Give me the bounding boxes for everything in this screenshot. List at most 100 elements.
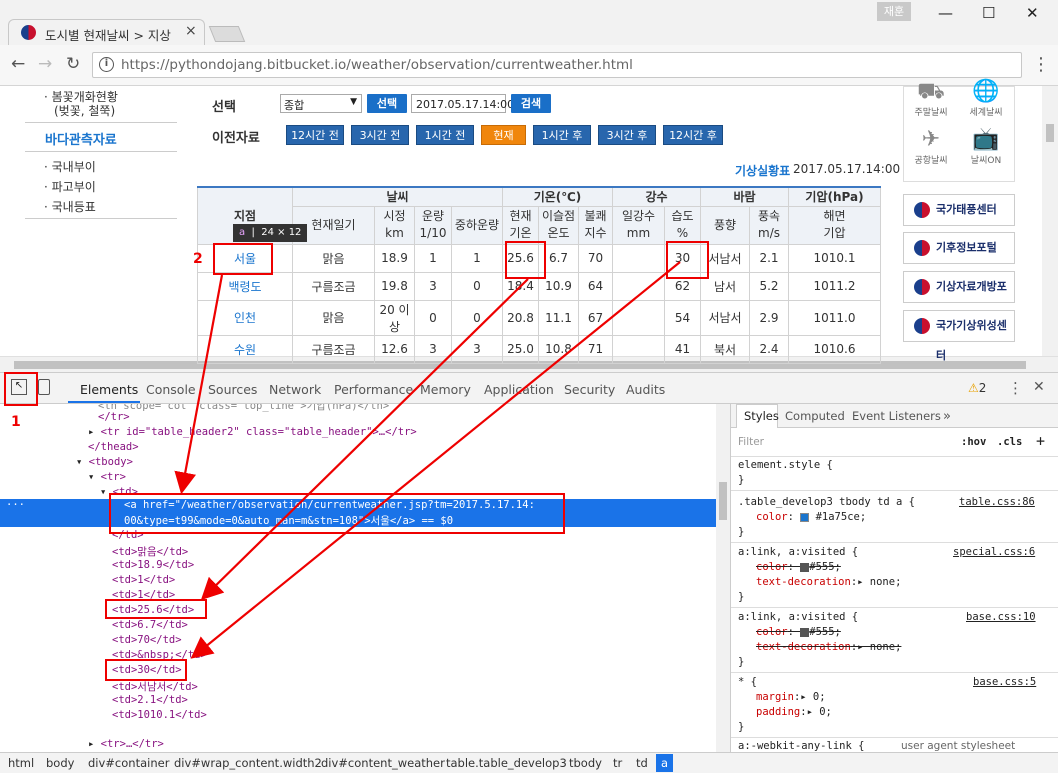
crumb-a[interactable]: a	[656, 754, 674, 772]
dom-line[interactable]: <td>1010.1</td>	[112, 709, 207, 721]
crumb-table[interactable]: table.table_develop3	[446, 756, 567, 770]
crumb-container[interactable]: div#container	[88, 756, 169, 770]
dom-line[interactable]: ▾ <tr>	[88, 471, 126, 483]
dom-line[interactable]: <td>1</td>	[112, 574, 175, 586]
forward-icon[interactable]: →	[38, 54, 52, 74]
site-info-icon[interactable]: i	[99, 57, 114, 72]
datetime-input[interactable]: 2017.05.17.14:00	[411, 94, 514, 113]
close-window-icon[interactable]: ✕	[1026, 4, 1039, 22]
crumb-html[interactable]: html	[8, 756, 34, 770]
dom-scrollbar[interactable]	[716, 404, 730, 752]
reload-icon[interactable]: ↻	[66, 54, 80, 74]
station-link[interactable]: 인천	[234, 311, 256, 325]
tab-application[interactable]: Application	[484, 382, 554, 397]
nav-1h-after[interactable]: 1시간 후	[533, 125, 591, 145]
dom-line[interactable]: ▸ <tr id="table_header2" class="table_he…	[88, 426, 417, 438]
crumb-tr[interactable]: tr	[613, 756, 622, 770]
dom-line[interactable]: <td>&nbsp;</td>	[112, 649, 207, 661]
maximize-icon[interactable]: ☐	[982, 4, 995, 22]
world-weather-link[interactable]: 🌐 세계날씨	[961, 79, 1011, 118]
dom-line[interactable]: <td>맑음</td>	[112, 544, 188, 559]
more-icon[interactable]: ···	[6, 499, 25, 511]
tab-computed[interactable]: Computed	[785, 409, 845, 423]
address-bar[interactable]: i https://pythondojang.bitbucket.io/weat…	[92, 52, 1022, 78]
nav-3h-after[interactable]: 3시간 후	[598, 125, 656, 145]
more-tabs-icon[interactable]: »	[943, 409, 951, 424]
left-menu-item[interactable]: · 국내부이	[44, 158, 96, 175]
profile-badge[interactable]: 재훈	[877, 2, 911, 21]
nav-12h-before[interactable]: 12시간 전	[286, 125, 344, 145]
style-source-link[interactable]: special.css:6	[953, 546, 1035, 558]
tab-event-listeners[interactable]: Event Listeners	[852, 409, 941, 423]
left-menu-item-sub[interactable]: (벚꽃, 철쭉)	[54, 102, 115, 119]
search-button[interactable]: 검색	[511, 94, 551, 113]
tab-performance[interactable]: Performance	[334, 382, 413, 397]
style-rule-selector[interactable]: element.style {	[738, 459, 833, 471]
tab-elements[interactable]: Elements	[80, 382, 138, 397]
dom-line[interactable]: </thead>	[88, 441, 139, 453]
left-menu-section[interactable]: 바다관측자료	[45, 129, 117, 148]
tab-security[interactable]: Security	[564, 382, 615, 397]
minimize-icon[interactable]: —	[938, 4, 953, 22]
style-source-link[interactable]: table.css:86	[959, 496, 1035, 508]
dom-line[interactable]: <td>1</td>	[112, 589, 175, 601]
devtools-menu-icon[interactable]: ⋮	[1008, 379, 1023, 397]
cls-toggle[interactable]: .cls	[997, 436, 1022, 448]
climate-portal-link[interactable]: 기후정보포털	[903, 232, 1015, 264]
station-link[interactable]: 수원	[234, 343, 256, 357]
tab-styles[interactable]: Styles	[744, 409, 779, 423]
style-prop[interactable]: text-decoration:▸ none;	[756, 576, 901, 588]
style-rule-selector[interactable]: a:link, a:visited {	[738, 611, 858, 623]
tab-audits[interactable]: Audits	[626, 382, 665, 397]
style-prop[interactable]: padding:▸ 0;	[756, 706, 832, 718]
dom-line[interactable]: <td>70</td>	[112, 634, 182, 646]
nav-3h-before[interactable]: 3시간 전	[351, 125, 409, 145]
tab-network[interactable]: Network	[269, 382, 321, 397]
tab-console[interactable]: Console	[146, 382, 196, 397]
style-prop[interactable]: color: #555;	[756, 626, 841, 638]
style-source-link[interactable]: base.css:5	[973, 676, 1036, 688]
data-portal-link[interactable]: 기상자료개방포털	[903, 271, 1015, 323]
style-prop[interactable]: text-decoration:▸ none;	[756, 641, 901, 653]
tab-sources[interactable]: Sources	[208, 382, 257, 397]
nav-12h-after[interactable]: 12시간 후	[663, 125, 723, 145]
dom-line[interactable]: <td>30</td>	[112, 664, 182, 676]
inspect-element-icon[interactable]: ↖	[11, 379, 27, 395]
warning-icon[interactable]: ⚠2	[968, 381, 986, 395]
style-prop[interactable]: color: #1a75ce;	[756, 511, 866, 523]
style-rule-selector[interactable]: a:link, a:visited {	[738, 546, 858, 558]
style-prop[interactable]: color: #555;	[756, 561, 841, 573]
browser-menu-icon[interactable]: ⋮	[1032, 54, 1050, 75]
dom-line[interactable]: ▾ <td>	[100, 486, 138, 498]
weekend-weather-link[interactable]: ⛟ 주말날씨	[906, 79, 956, 118]
style-prop[interactable]: margin:▸ 0;	[756, 691, 826, 703]
device-toolbar-icon[interactable]	[38, 379, 50, 395]
satellite-center-link[interactable]: 국가기상위성센터	[903, 310, 1015, 362]
crumb-body[interactable]: body	[46, 756, 74, 770]
station-link[interactable]: 서울	[234, 252, 256, 266]
dom-line[interactable]: ▾ <tbody>	[76, 456, 133, 468]
add-rule-icon[interactable]: +	[1036, 432, 1045, 450]
style-source-link[interactable]: base.css:10	[966, 611, 1036, 623]
dom-line[interactable]: </tr>	[98, 411, 130, 423]
left-menu-item[interactable]: · 국내등표	[44, 198, 96, 215]
style-rule-selector[interactable]: a:-webkit-any-link {	[738, 740, 864, 752]
crumb-content-weather[interactable]: div#content_weather	[321, 756, 445, 770]
tab-close-icon[interactable]: ×	[185, 23, 197, 39]
dom-line[interactable]: <td>2.1</td>	[112, 694, 188, 706]
crumb-wrap-content[interactable]: div#wrap_content.width2	[174, 756, 322, 770]
style-rule-selector[interactable]: .table_develop3 tbody td a {	[738, 496, 915, 508]
station-link[interactable]: 백령도	[228, 280, 261, 294]
dom-line[interactable]: <td>6.7</td>	[112, 619, 188, 631]
typhoon-center-link[interactable]: 국가태풍센터	[903, 194, 1015, 226]
style-rule-selector[interactable]: * {	[738, 676, 757, 688]
close-devtools-icon[interactable]: ✕	[1033, 379, 1045, 395]
station-type-select[interactable]: 종합 ▼	[280, 94, 362, 113]
back-icon[interactable]: ←	[11, 54, 25, 74]
dom-line[interactable]: ▸ <tr>…</tr>	[88, 738, 164, 750]
new-tab-button[interactable]	[208, 26, 246, 42]
weather-on-link[interactable]: 📺 날씨ON	[961, 127, 1011, 166]
airport-weather-link[interactable]: ✈ 공항날씨	[906, 127, 956, 166]
crumb-td[interactable]: td	[636, 756, 648, 770]
selected-dom-node[interactable]: ··· <a href="/weather/observation/curren…	[0, 499, 716, 527]
